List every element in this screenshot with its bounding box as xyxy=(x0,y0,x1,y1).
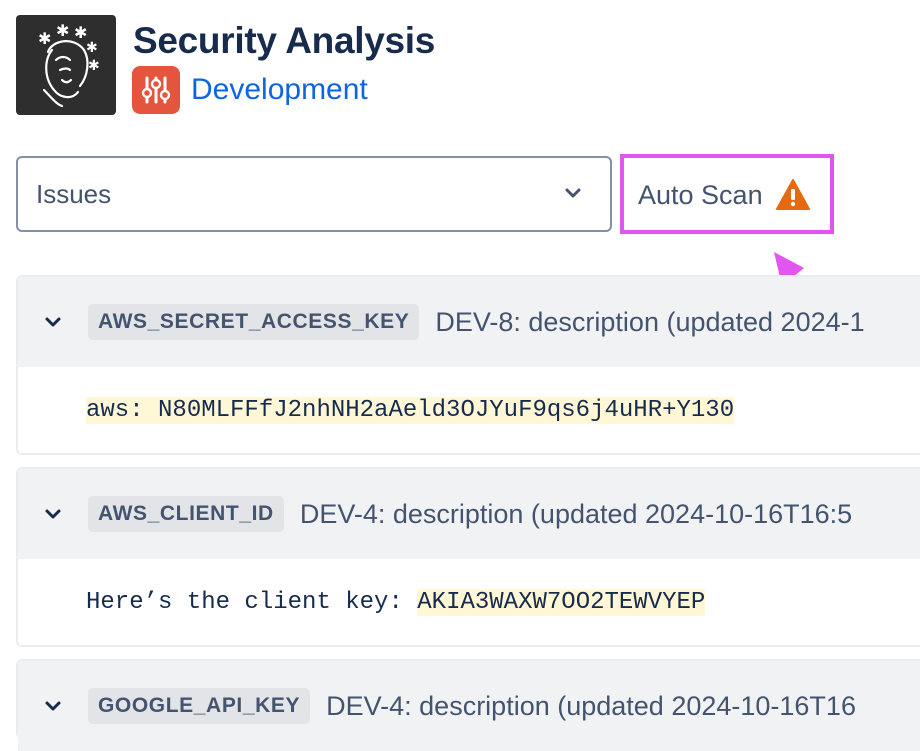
secret-type-tag: GOOGLE_API_KEY xyxy=(88,688,311,724)
project-name[interactable]: Development xyxy=(191,66,368,114)
secret-value: AKIA3WAXW7OO2TEWVYEP xyxy=(417,588,706,616)
finding-card-header[interactable]: AWS_CLIENT_ID DEV-4: description (update… xyxy=(18,469,920,559)
finding-card: AWS_CLIENT_ID DEV-4: description (update… xyxy=(16,467,920,647)
secret-type-tag: AWS_CLIENT_ID xyxy=(88,496,284,532)
chevron-down-icon xyxy=(565,188,581,198)
finding-snippet: Here’s the client key: AKIA3WAXW7OO2TEWV… xyxy=(18,559,920,645)
issue-summary[interactable]: DEV-8: description (updated 2024-1 xyxy=(435,307,864,338)
app-logo: ✱ ✱ ✱ ✱ ✱ xyxy=(16,15,116,115)
secret-value: aws: N80MLFFfJ2nhNH2aAeld3OJYuF9qs6j4uHR… xyxy=(86,396,735,424)
chevron-down-icon[interactable] xyxy=(44,507,68,521)
finding-snippet: aws: N80MLFFfJ2nhNH2aAeld3OJYuF9qs6j4uHR… xyxy=(18,367,920,453)
issue-summary[interactable]: DEV-4: description (updated 2024-10-16T1… xyxy=(326,691,856,722)
page-title: Security Analysis xyxy=(133,20,436,61)
svg-text:✱: ✱ xyxy=(56,21,69,40)
chevron-down-icon[interactable] xyxy=(44,699,68,713)
finding-card: GOOGLE_API_KEY DEV-4: description (updat… xyxy=(16,659,920,751)
snippet-prefix: Here’s the client key: xyxy=(86,588,418,616)
svg-text:✱: ✱ xyxy=(38,29,51,48)
finding-card: AWS_SECRET_ACCESS_KEY DEV-8: description… xyxy=(16,275,920,455)
project-link[interactable]: Development xyxy=(132,66,368,114)
warning-icon xyxy=(775,178,811,212)
chevron-down-icon[interactable] xyxy=(44,315,68,329)
sliders-icon xyxy=(132,66,180,114)
issue-type-select[interactable]: Issues xyxy=(16,156,612,232)
auto-scan-label: Auto Scan xyxy=(638,179,763,210)
finding-card-header[interactable]: AWS_SECRET_ACCESS_KEY DEV-8: description… xyxy=(18,277,920,367)
finding-card-header[interactable]: GOOGLE_API_KEY DEV-4: description (updat… xyxy=(18,661,920,751)
svg-text:✱: ✱ xyxy=(88,58,100,74)
issue-summary[interactable]: DEV-4: description (updated 2024-10-16T1… xyxy=(300,499,852,530)
auto-scan-button[interactable]: Auto Scan xyxy=(638,174,811,216)
secret-type-tag: AWS_SECRET_ACCESS_KEY xyxy=(88,304,420,340)
svg-text:✱: ✱ xyxy=(86,40,98,56)
face-stars-logo-icon: ✱ ✱ ✱ ✱ ✱ xyxy=(38,21,100,108)
issue-type-select-value: Issues xyxy=(36,178,112,209)
